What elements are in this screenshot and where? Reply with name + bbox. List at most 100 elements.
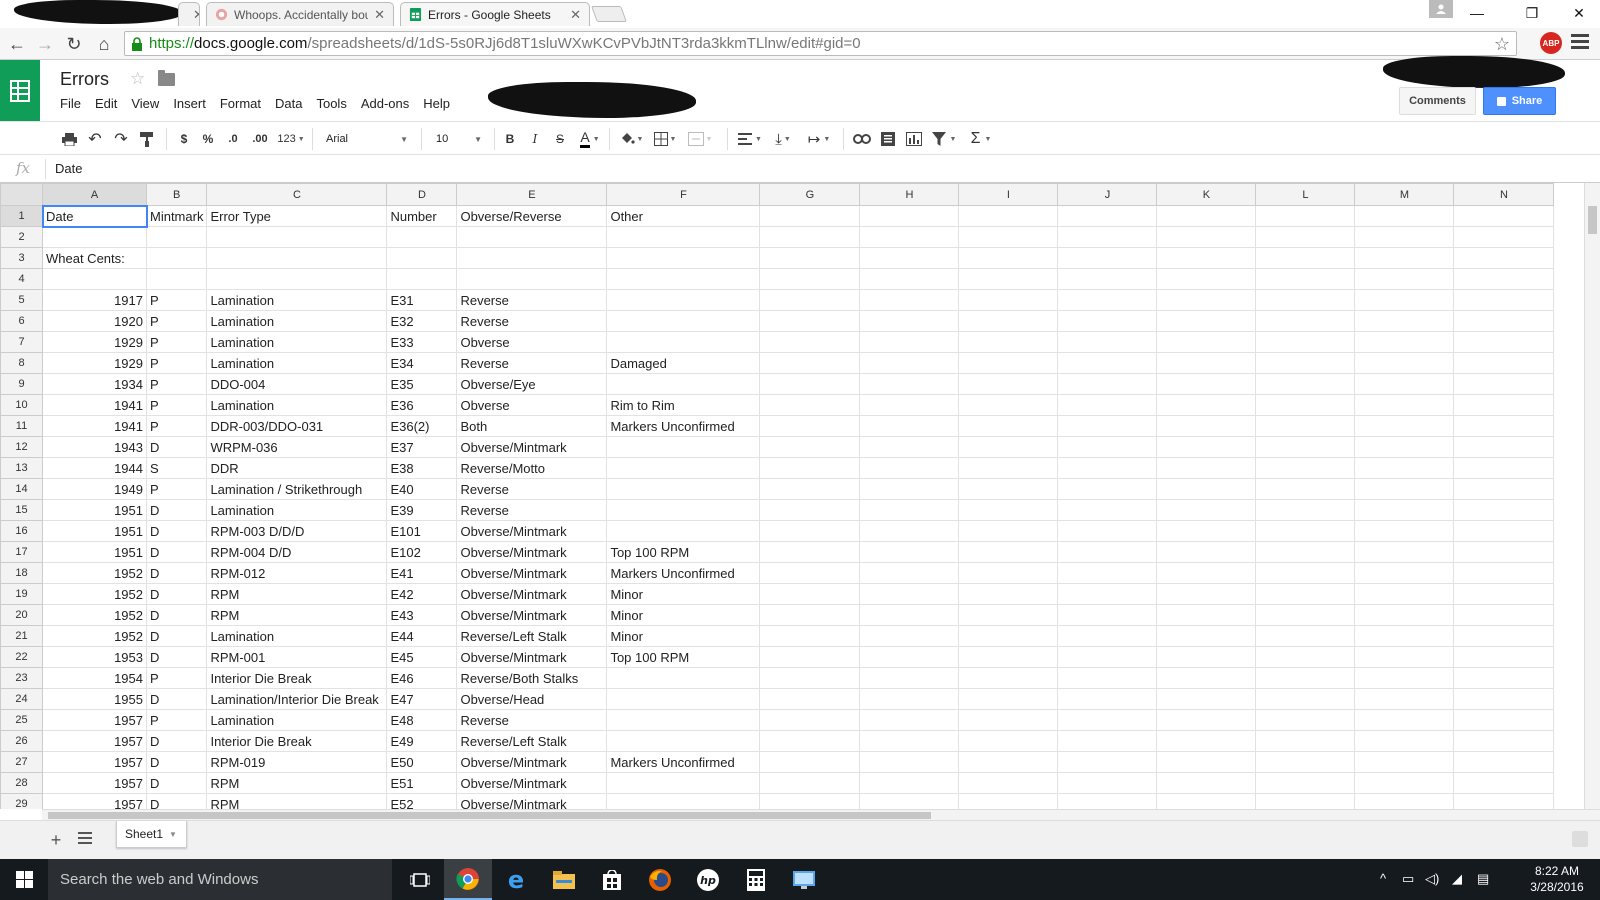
cell-g28[interactable] xyxy=(759,772,861,794)
cell-b18[interactable]: D xyxy=(145,562,208,584)
cell-f10[interactable]: Rim to Rim xyxy=(606,394,761,416)
cell-a12[interactable]: 1943 xyxy=(42,436,147,458)
cell-k6[interactable] xyxy=(1156,310,1257,332)
cell-d9[interactable]: E35 xyxy=(386,373,458,395)
cell-h15[interactable] xyxy=(859,499,960,521)
cell-b9[interactable]: P xyxy=(145,373,208,395)
cell-m15[interactable] xyxy=(1354,499,1455,521)
cell-b28[interactable]: D xyxy=(145,772,208,794)
column-header-i[interactable]: I xyxy=(958,183,1059,206)
cell-d16[interactable]: E101 xyxy=(386,520,458,542)
row-header[interactable]: 5 xyxy=(0,289,43,311)
cell-d5[interactable]: E31 xyxy=(386,289,458,311)
cell-j3[interactable] xyxy=(1057,247,1158,269)
cell-i11[interactable] xyxy=(958,415,1059,437)
cell-m1[interactable] xyxy=(1354,205,1455,227)
cell-j8[interactable] xyxy=(1057,352,1158,374)
cell-m23[interactable] xyxy=(1354,667,1455,689)
store-icon[interactable] xyxy=(588,859,636,900)
taskbar-search-input[interactable]: Search the web and Windows xyxy=(48,859,392,900)
cell-e13[interactable]: Reverse/Motto xyxy=(456,457,608,479)
cell-k7[interactable] xyxy=(1156,331,1257,353)
cell-g7[interactable] xyxy=(759,331,861,353)
cell-e6[interactable]: Reverse xyxy=(456,310,608,332)
insert-comment-icon[interactable] xyxy=(876,128,900,150)
cell-h25[interactable] xyxy=(859,709,960,731)
cell-i12[interactable] xyxy=(958,436,1059,458)
cell-n29[interactable] xyxy=(1453,793,1555,809)
filter-button[interactable]: ▼ xyxy=(928,128,960,150)
italic-button[interactable]: I xyxy=(525,128,545,150)
cell-c17[interactable]: RPM-004 D/D xyxy=(206,541,388,563)
cell-n3[interactable] xyxy=(1453,247,1555,269)
cell-i18[interactable] xyxy=(958,562,1059,584)
cell-d22[interactable]: E45 xyxy=(386,646,458,668)
cell-j16[interactable] xyxy=(1057,520,1158,542)
cell-l22[interactable] xyxy=(1255,646,1356,668)
cell-k13[interactable] xyxy=(1156,457,1257,479)
row-header[interactable]: 25 xyxy=(0,709,43,731)
edge-icon[interactable]: e xyxy=(492,859,540,900)
cell-c25[interactable]: Lamination xyxy=(206,709,388,731)
cell-g5[interactable] xyxy=(759,289,861,311)
cell-c6[interactable]: Lamination xyxy=(206,310,388,332)
cell-h1[interactable] xyxy=(859,205,960,227)
cell-a25[interactable]: 1957 xyxy=(42,709,147,731)
cell-b17[interactable]: D xyxy=(145,541,208,563)
cell-n28[interactable] xyxy=(1453,772,1555,794)
cell-i28[interactable] xyxy=(958,772,1059,794)
cell-h12[interactable] xyxy=(859,436,960,458)
column-header-k[interactable]: K xyxy=(1156,183,1257,206)
cell-a6[interactable]: 1920 xyxy=(42,310,147,332)
cell-l17[interactable] xyxy=(1255,541,1356,563)
cell-c9[interactable]: DDO-004 xyxy=(206,373,388,395)
cell-a28[interactable]: 1957 xyxy=(42,772,147,794)
cell-m25[interactable] xyxy=(1354,709,1455,731)
cell-b19[interactable]: D xyxy=(145,583,208,605)
cell-f5[interactable] xyxy=(606,289,761,311)
cell-n17[interactable] xyxy=(1453,541,1555,563)
cell-b24[interactable]: D xyxy=(145,688,208,710)
cell-i6[interactable] xyxy=(958,310,1059,332)
cell-f21[interactable]: Minor xyxy=(606,625,761,647)
column-header-n[interactable]: N xyxy=(1453,183,1555,206)
cell-d10[interactable]: E36 xyxy=(386,394,458,416)
cell-c27[interactable]: RPM-019 xyxy=(206,751,388,773)
menu-edit[interactable]: Edit xyxy=(95,96,117,111)
scroll-thumb[interactable] xyxy=(48,812,931,819)
cell-j23[interactable] xyxy=(1057,667,1158,689)
cell-f16[interactable] xyxy=(606,520,761,542)
cell-e9[interactable]: Obverse/Eye xyxy=(456,373,608,395)
menu-data[interactable]: Data xyxy=(275,96,302,111)
cell-c13[interactable]: DDR xyxy=(206,457,388,479)
cell-c21[interactable]: Lamination xyxy=(206,625,388,647)
cell-h27[interactable] xyxy=(859,751,960,773)
sheets-logo-icon[interactable] xyxy=(0,60,40,121)
browser-tab-2[interactable]: Whoops. Accidentally bou ✕ xyxy=(206,2,394,26)
column-header-l[interactable]: L xyxy=(1255,183,1356,206)
cell-h29[interactable] xyxy=(859,793,960,809)
cell-e26[interactable]: Reverse/Left Stalk xyxy=(456,730,608,752)
cell-h17[interactable] xyxy=(859,541,960,563)
cell-j27[interactable] xyxy=(1057,751,1158,773)
cell-d28[interactable]: E51 xyxy=(386,772,458,794)
cell-h21[interactable] xyxy=(859,625,960,647)
cell-i9[interactable] xyxy=(958,373,1059,395)
row-header[interactable]: 14 xyxy=(0,478,43,500)
cell-j14[interactable] xyxy=(1057,478,1158,500)
cell-h18[interactable] xyxy=(859,562,960,584)
cell-e21[interactable]: Reverse/Left Stalk xyxy=(456,625,608,647)
cell-f3[interactable] xyxy=(606,247,761,269)
cell-a17[interactable]: 1951 xyxy=(42,541,147,563)
vertical-scrollbar[interactable] xyxy=(1584,183,1600,809)
cell-c23[interactable]: Interior Die Break xyxy=(206,667,388,689)
merge-cells-button[interactable]: ▼ xyxy=(684,128,716,150)
cell-d23[interactable]: E46 xyxy=(386,667,458,689)
cell-l8[interactable] xyxy=(1255,352,1356,374)
horizontal-scrollbar[interactable] xyxy=(42,809,1600,820)
print-icon[interactable] xyxy=(58,128,80,150)
cell-g3[interactable] xyxy=(759,247,861,269)
cell-f9[interactable] xyxy=(606,373,761,395)
cell-e16[interactable]: Obverse/Mintmark xyxy=(456,520,608,542)
cell-l29[interactable] xyxy=(1255,793,1356,809)
